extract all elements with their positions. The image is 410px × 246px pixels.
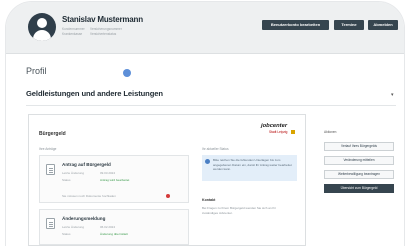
status-value: Änderung übermittelt — [100, 232, 128, 236]
actions-label: Aktionen — [324, 130, 337, 134]
row-key: Status — [62, 178, 71, 182]
info-icon — [205, 159, 210, 164]
logo-mark-icon — [291, 130, 295, 134]
benefit-panel: Bürgergeld jobcenter Stadt Leipzig Ihre … — [28, 114, 306, 246]
application-card[interactable]: Antrag auf Bürgergeld Letzte Änderung 09… — [39, 155, 189, 203]
card-title: Antrag auf Bürgergeld — [62, 162, 111, 167]
card-title: Änderungsmeldung — [62, 216, 106, 221]
document-icon — [46, 164, 55, 175]
logo-subtitle: Stadt Leipzig — [269, 130, 288, 134]
card-footer-note: Sie müssen noch Dokumente hochladen — [62, 194, 116, 198]
alert-icon — [166, 194, 170, 198]
column-label-status: Ihr aktueller Status — [202, 147, 229, 151]
edit-account-button[interactable]: Benutzerkonto bearbeiten — [262, 20, 329, 30]
row-key: Letzte Änderung — [62, 225, 85, 229]
column-label-applications: Ihre Anträge — [39, 147, 57, 151]
continuation-request-button[interactable]: Weiterbewilligung beantragen — [324, 170, 394, 179]
report-change-button[interactable]: Veränderung mitteilen — [324, 156, 394, 165]
jobcenter-logo: jobcenter — [261, 123, 288, 129]
app-window: Stanislav Mustermann Kundennummer Kranke… — [6, 2, 404, 246]
info-dot-icon[interactable] — [123, 69, 131, 77]
user-meta-col1: Kundennummer Krankenkasse — [62, 27, 85, 36]
appointments-button[interactable]: Termine — [334, 20, 364, 30]
row-value: 09.03.2024 — [100, 171, 116, 175]
chevron-down-icon[interactable]: ▾ — [391, 92, 394, 98]
divider — [26, 105, 396, 106]
section-title: Geldleistungen und andere Leistungen — [26, 89, 163, 98]
user-meta-line: Kundennummer — [62, 27, 85, 31]
user-meta-line: Versichertenstatus — [90, 31, 117, 36]
user-meta-line: Krankenkasse — [62, 31, 83, 36]
avatar-body-shape — [33, 30, 51, 41]
application-card[interactable]: Änderungsmeldung Letzte Änderung 06.02.2… — [39, 209, 189, 245]
card-row: Letzte Änderung 09.03.2024 — [62, 171, 115, 175]
logout-button[interactable]: Abmelden — [368, 20, 398, 30]
panel-title: Bürgergeld — [39, 131, 66, 137]
contact-text: Bei Fragen zu Ihrem Bürgergeld wenden Si… — [202, 206, 276, 215]
card-row: Status Antrag wird bearbeitet — [62, 178, 129, 182]
user-meta-line: Versicherungsnummer — [90, 27, 122, 31]
row-key: Letzte Änderung — [62, 171, 85, 175]
card-row: Status Änderung übermittelt — [62, 232, 128, 236]
row-key: Status — [62, 232, 71, 236]
info-box: Bitte reichen Sie die fehlenden Unterlag… — [202, 155, 297, 181]
user-meta-col2: Versicherungsnummer Versichertenstatus — [90, 27, 122, 36]
card-row: Letzte Änderung 06.02.2024 — [62, 225, 115, 229]
user-name: Stanislav Mustermann — [62, 15, 143, 24]
avatar[interactable] — [28, 13, 56, 41]
info-text: Bitte reichen Sie die fehlenden Unterlag… — [213, 158, 292, 172]
header-bar: Stanislav Mustermann Kundennummer Kranke… — [6, 2, 404, 54]
history-button[interactable]: Verlauf Ihres Bürgergelds — [324, 142, 394, 151]
overview-button[interactable]: Übersicht zum Bürgergeld — [324, 184, 394, 193]
row-value: 06.02.2024 — [100, 225, 116, 229]
avatar-head-shape — [37, 18, 47, 28]
contact-title: Kontakt — [202, 198, 216, 202]
status-value: Antrag wird bearbeitet — [100, 178, 130, 182]
document-icon — [46, 218, 55, 229]
page-title: Profil — [26, 66, 47, 76]
